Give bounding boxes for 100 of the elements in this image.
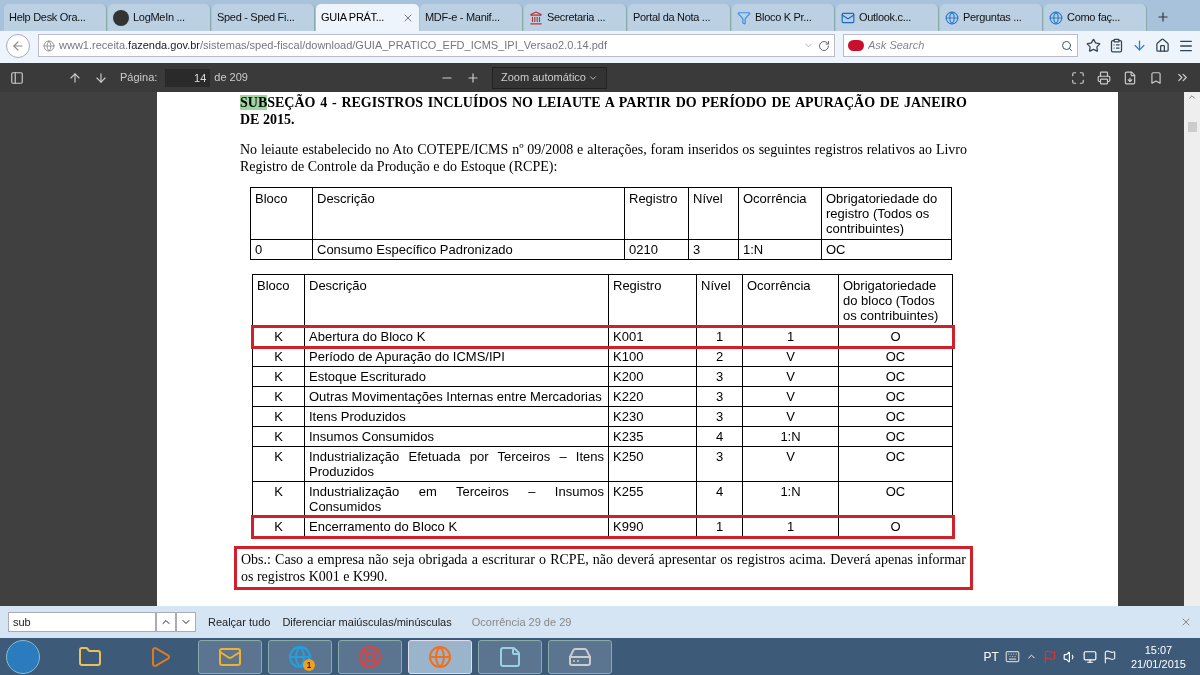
find-field[interactable]: sub <box>8 612 156 632</box>
browser-tab[interactable]: MDF-e - Manif... <box>420 4 523 31</box>
keyboard-icon[interactable] <box>1004 649 1020 664</box>
column-header: Obrigatoriedade do registro (Todos os contribuintes) <box>821 187 952 240</box>
page-label: Página: <box>120 70 158 86</box>
language-indicator[interactable]: PT <box>983 647 999 666</box>
start-button[interactable] <box>6 639 40 674</box>
tab-label: Portal da Nota ... <box>633 10 711 26</box>
notification-badge: 1 <box>303 658 315 671</box>
page-field[interactable]: 14 <box>165 68 211 87</box>
scrollbar[interactable] <box>1184 92 1200 606</box>
star-icon[interactable] <box>1086 38 1101 53</box>
previous-button[interactable] <box>156 612 176 632</box>
taskbar-button[interactable] <box>478 639 542 674</box>
table-cell: V <box>742 406 839 427</box>
download-icon[interactable] <box>1132 38 1147 53</box>
column-header: Nível <box>696 274 743 327</box>
zoom-select[interactable]: Zoom automático <box>491 66 607 89</box>
tab-label: MDF-e - Manif... <box>425 10 500 26</box>
close-icon[interactable] <box>1180 616 1192 628</box>
column-header: Ocorrência <box>742 274 839 327</box>
table-cell: Outras Movimentações Internas entre Mercadorias <box>304 386 609 407</box>
clipboard-icon[interactable] <box>1109 38 1124 53</box>
tab-label: GUIA PRÁT... <box>321 10 385 26</box>
paragraph: No leiaute estabelecido no Ato COTEPE/ICMS nº 09/2008 e alterações, foram inseridos os seguintes registros relativos ao Livro Registro de Controle da Produção e do Estoque (RCPE): <box>240 141 967 175</box>
taskbar-button[interactable] <box>338 639 402 674</box>
match-case-button[interactable]: Diferenciar maiúsculas/minúsculas <box>282 613 452 631</box>
table-cell: 2 <box>696 346 743 367</box>
globe-icon <box>1049 10 1063 25</box>
search-input[interactable]: Ask Search <box>868 37 1057 54</box>
reload-icon[interactable] <box>818 39 830 52</box>
note-text: Obs.: Caso a empresa não seja obrigada a escriturar o RCPE, não deverá apresentar os registros acima. Deverá apenas informar os registros K001 e K990. <box>234 546 973 590</box>
table-cell: K230 <box>608 406 697 427</box>
bookmark-icon[interactable] <box>1149 70 1163 85</box>
network-icon[interactable] <box>1082 649 1097 664</box>
table-cell: K220 <box>608 386 697 407</box>
globe-icon <box>288 644 312 669</box>
address-field[interactable]: www1.receita.fazenda.gov.br/sistemas/sped-fiscal/download/GUIA_PRATICO_EFD_ICMS_IPI_Versao2.0.14.pdf <box>38 34 835 57</box>
table-cell: K <box>252 366 305 387</box>
taskbar-button[interactable] <box>198 639 262 674</box>
zoom-in-icon[interactable] <box>465 70 480 85</box>
table-cell: V <box>742 346 839 367</box>
table-cell: OC <box>838 426 953 447</box>
browser-tab[interactable]: Portal da Nota ... <box>628 4 731 31</box>
browser-tab[interactable]: Bloco K Pr... <box>732 4 835 31</box>
table-cell: OC <box>838 366 953 387</box>
tab-label: Perguntas ... <box>963 10 1022 26</box>
table-cell: 0210 <box>624 239 689 260</box>
table-cell: OC <box>838 346 953 367</box>
table-cell: 3 <box>696 386 743 407</box>
column-header: Bloco <box>252 274 305 327</box>
sidebar-icon[interactable] <box>10 70 24 85</box>
taskbar-button[interactable] <box>548 639 612 674</box>
table-cell: Estoque Escriturado <box>304 366 609 387</box>
taskbar-button[interactable]: 1 <box>268 639 332 674</box>
table-cell: OC <box>838 446 953 482</box>
globe-icon <box>945 10 959 25</box>
next-button[interactable] <box>176 612 196 632</box>
scrollbar-thumb[interactable] <box>1187 122 1197 132</box>
mail-icon <box>841 10 855 25</box>
engine-icon <box>848 40 864 51</box>
column-header: Registro <box>608 274 697 327</box>
down-arrow-icon[interactable] <box>94 70 108 85</box>
browser-tab[interactable]: Secretaria ... <box>524 4 627 31</box>
table-cell: OC <box>838 406 953 427</box>
fullscreen-icon[interactable] <box>1071 70 1085 85</box>
table-cell: Insumos Consumidos <box>304 426 609 447</box>
browser-tab[interactable]: Help Desk Ora... <box>4 4 107 31</box>
browser-tab[interactable]: LogMeIn ... <box>108 4 211 31</box>
column-header: Ocorrência <box>738 187 822 240</box>
table-cell: 3 <box>696 366 743 387</box>
table-cell: V <box>742 366 839 387</box>
funnel-icon <box>737 10 751 25</box>
table-cell: K250 <box>608 446 697 482</box>
browser-tab[interactable]: Outlook.c... <box>836 4 939 31</box>
table-cell: Consumo Específico Padronizado <box>312 239 625 260</box>
search-icon[interactable] <box>1061 39 1073 52</box>
column-header: Registro <box>624 187 689 240</box>
table-cell: K <box>252 426 305 447</box>
table-cell: 3 <box>696 446 743 482</box>
browser-tab[interactable]: Sped - Sped Fi... <box>212 4 315 31</box>
scroll-up-icon[interactable] <box>1187 92 1197 102</box>
browser-tab[interactable]: Perguntas ... <box>940 4 1043 31</box>
tab-label: LogMeIn ... <box>133 10 185 26</box>
tab-label: Sped - Sped Fi... <box>217 10 295 26</box>
new-tab-icon[interactable] <box>1156 10 1170 24</box>
flag-icon[interactable] <box>1102 649 1117 664</box>
column-header: Nível <box>688 187 739 240</box>
save-icon[interactable] <box>1123 70 1137 85</box>
table-cell: V <box>742 446 839 482</box>
browser-tab[interactable]: GUIA PRÁT... <box>316 4 419 31</box>
column-header: Descrição <box>304 274 609 327</box>
table-cell: 1:N <box>738 239 822 260</box>
browser-tab[interactable]: Como faç... <box>1044 4 1147 31</box>
column-header: Descrição <box>312 187 625 240</box>
search-field[interactable]: Ask Search <box>843 34 1078 57</box>
note-icon <box>498 644 522 669</box>
print-icon[interactable] <box>1097 70 1111 85</box>
highlight-all-button[interactable]: Realçar tudo <box>208 613 271 631</box>
home-icon[interactable] <box>1155 38 1170 53</box>
